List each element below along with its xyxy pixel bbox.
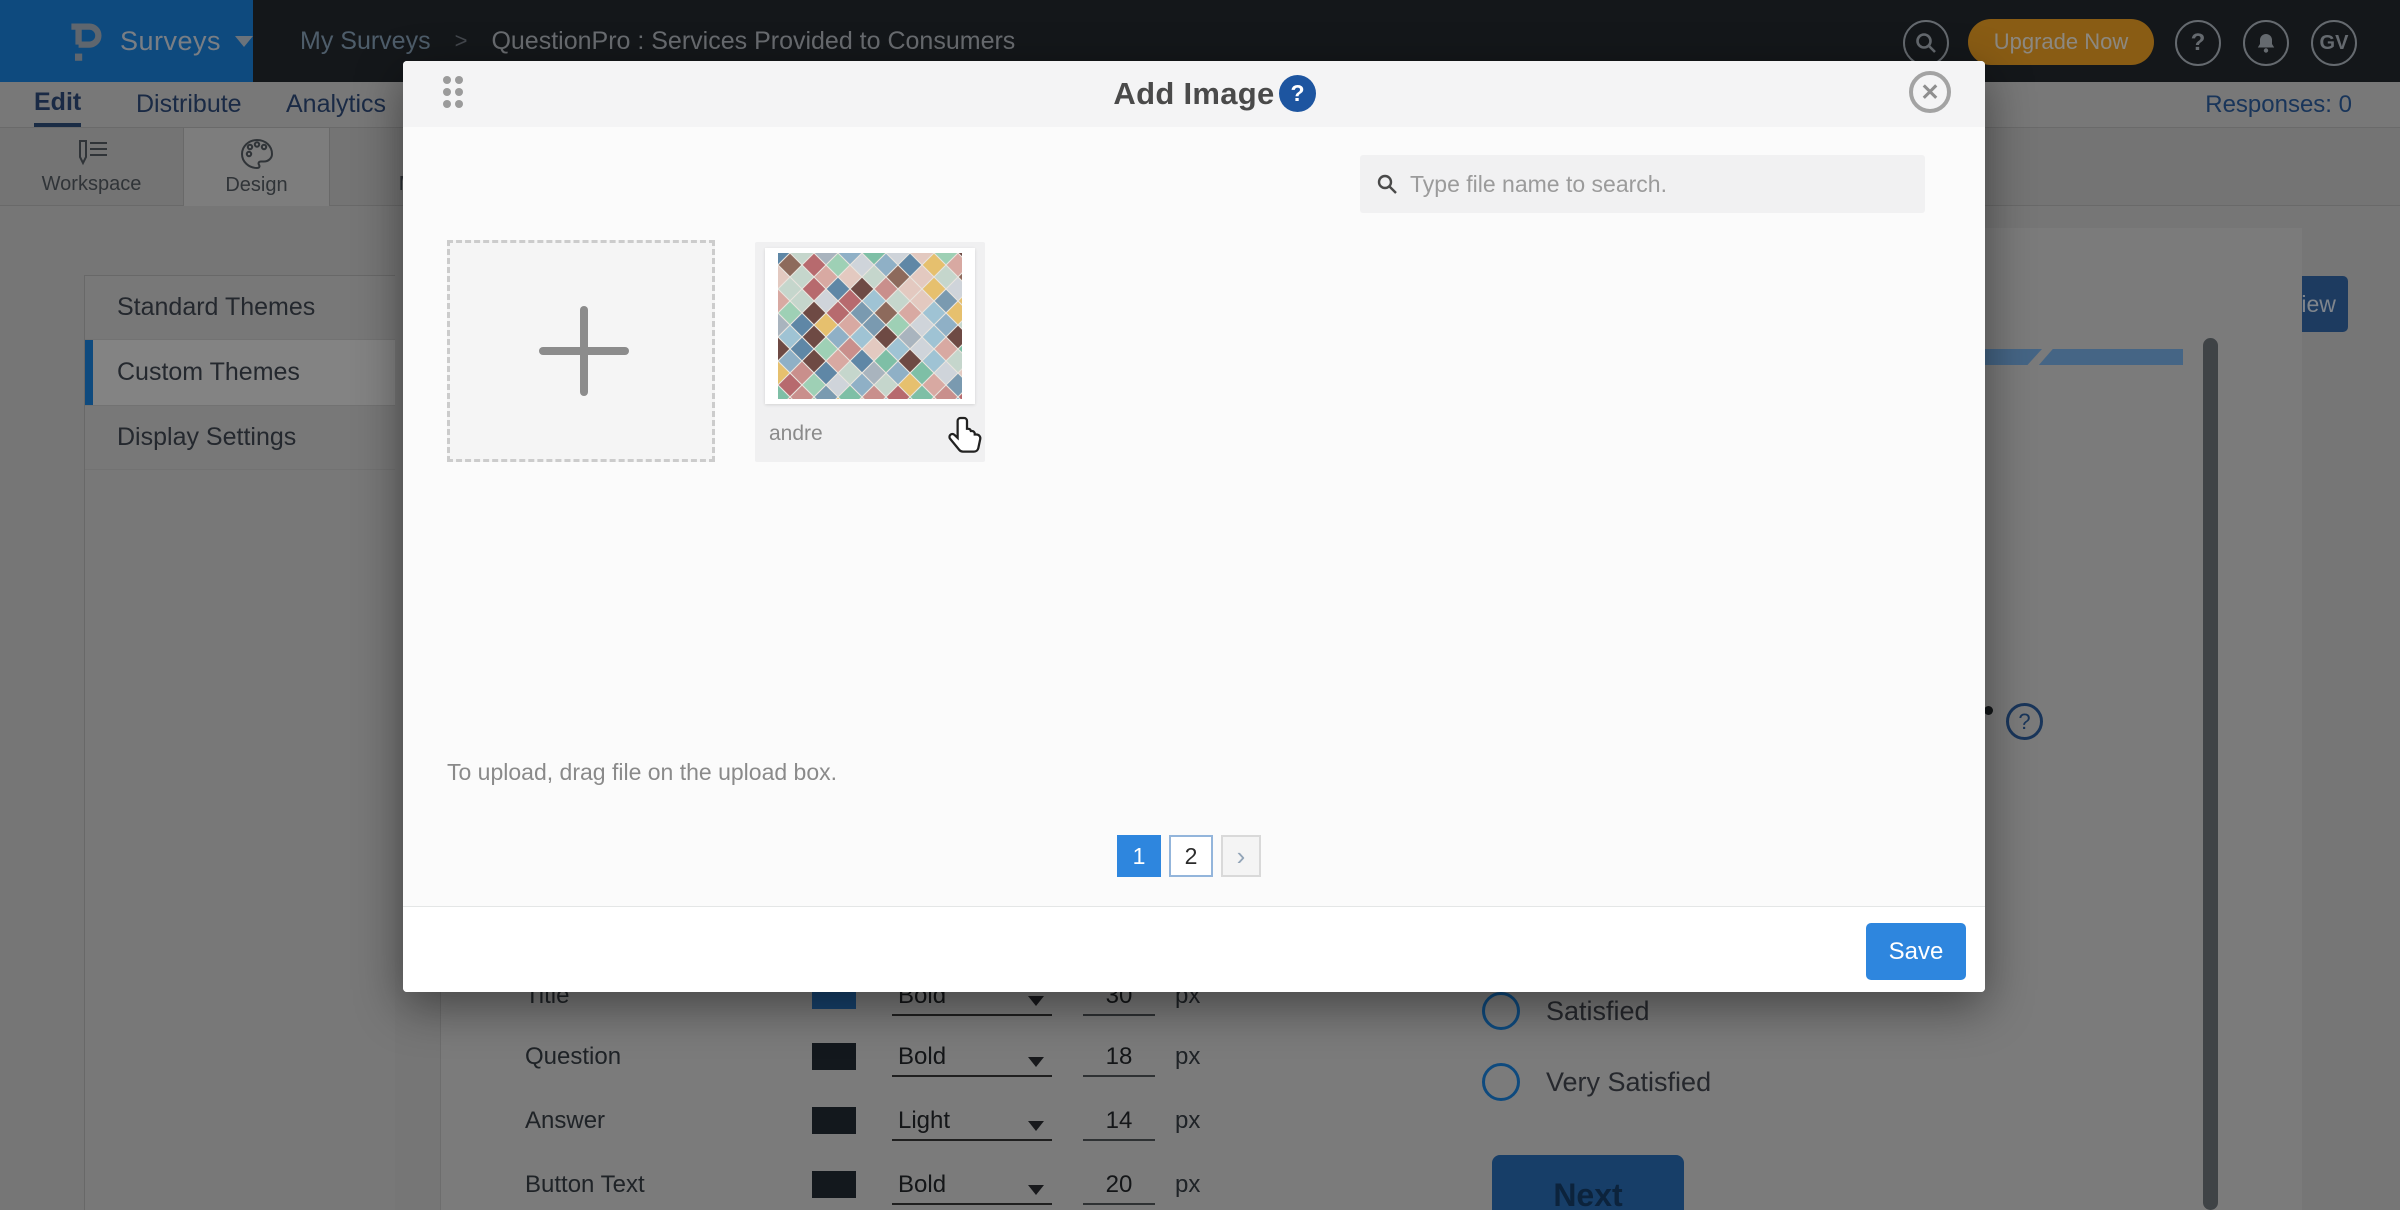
save-button[interactable]: Save [1866,923,1966,980]
pagination: 1 2 › [1117,835,1261,877]
page-2-label: 2 [1185,843,1198,870]
page-button-2[interactable]: 2 [1169,835,1213,877]
modal-help-glyph: ? [1290,80,1304,107]
modal-help-icon[interactable]: ? [1279,75,1316,112]
close-icon[interactable]: ✕ [1909,71,1951,113]
modal-footer: Save [403,906,1985,992]
page-1-label: 1 [1133,843,1146,870]
upload-dropzone[interactable] [447,240,715,462]
chevron-right-icon: › [1237,841,1246,872]
close-glyph: ✕ [1920,79,1939,106]
next-page-button[interactable]: › [1221,835,1261,877]
search-icon [1376,173,1398,195]
file-search-input[interactable] [1410,171,1909,198]
add-image-modal: Add Image ? ✕ andre To upload, drag fi [403,61,1985,992]
modal-title: Add Image [403,61,1985,127]
thumbnail-image [778,253,962,399]
thumbnail-filename: andre [769,422,823,446]
thumbnail-frame [765,248,975,404]
image-thumbnail-card[interactable]: andre [755,242,985,462]
upload-hint-text: To upload, drag file on the upload box. [447,759,837,786]
plus-icon [580,306,588,396]
file-search-box [1360,155,1925,213]
page-button-1[interactable]: 1 [1117,835,1161,877]
mouse-cursor [947,414,987,456]
app-root: Surveys My Surveys > QuestionPro : Servi… [0,0,2400,1210]
